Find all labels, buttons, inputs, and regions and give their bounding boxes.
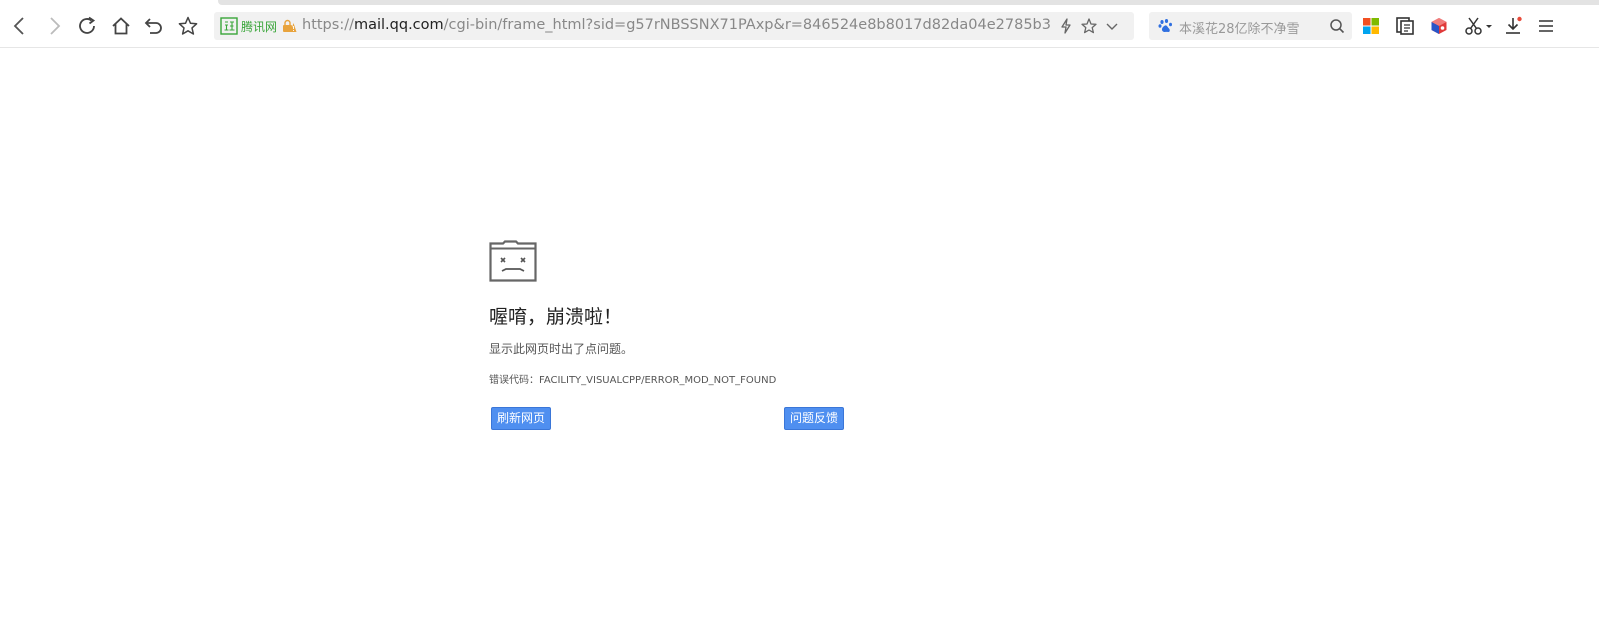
lock-warning-icon[interactable] [282, 19, 297, 33]
cube-extension-button[interactable] [1428, 15, 1450, 37]
reload-page-button[interactable]: 刷新网页 [491, 407, 552, 430]
chevron-down-icon[interactable] [1103, 17, 1121, 35]
forward-arrow-icon [50, 17, 61, 35]
favorite-button[interactable] [174, 12, 202, 40]
tab-strip-line [218, 0, 1599, 5]
browser-toolbar: 腾讯网 https://mail.qq.com/cgi-bin/frame_ht… [0, 6, 1599, 48]
forward-button[interactable] [40, 12, 68, 40]
menu-button[interactable] [1535, 15, 1557, 37]
back-button[interactable] [6, 12, 34, 40]
url-host: mail.qq.com [353, 17, 444, 33]
screenshot-button[interactable] [1462, 15, 1496, 37]
url-scheme: https:// [302, 17, 354, 33]
back-arrow-icon [13, 17, 24, 35]
feedback-button[interactable]: 问题反馈 [784, 407, 845, 430]
download-icon [1506, 16, 1522, 34]
home-button[interactable] [107, 12, 135, 40]
url-text[interactable]: https://mail.qq.com/cgi-bin/frame_html?s… [302, 17, 1052, 33]
lightning-icon[interactable] [1057, 17, 1075, 35]
url-path: /cgi-bin/frame_html?sid=g57rNBSSNX71PAxp… [443, 17, 1052, 33]
bookmark-star-icon[interactable] [1080, 17, 1098, 35]
crash-description: 显示此网页时出了点问题。 [489, 342, 634, 356]
sad-folder-icon [489, 240, 537, 282]
scissors-icon [1465, 17, 1492, 35]
cube-icon [1431, 18, 1447, 34]
search-input[interactable]: 本溪花28亿除不净雪 [1179, 18, 1319, 37]
undo-icon [144, 18, 162, 34]
reload-icon [79, 16, 96, 34]
reload-button[interactable] [73, 12, 101, 40]
download-button[interactable] [1502, 15, 1524, 37]
search-box[interactable]: 本溪花28亿除不净雪 [1149, 12, 1352, 40]
undo-close-button[interactable] [140, 12, 168, 40]
apps-grid-icon [1363, 18, 1379, 34]
certificate-label: 腾讯网 [241, 20, 278, 34]
collection-button[interactable] [1394, 15, 1416, 37]
certificate-icon [220, 17, 238, 35]
crash-title: 喔唷，崩溃啦！ [489, 306, 623, 328]
error-code: 错误代码：FACILITY_VISUALCPP/ERROR_MOD_NOT_FO… [489, 375, 777, 386]
star-icon [178, 16, 198, 35]
apps-button[interactable] [1360, 15, 1382, 37]
collection-icon [1396, 17, 1414, 35]
baidu-paw-icon [1158, 19, 1172, 33]
home-icon [112, 17, 130, 35]
address-bar[interactable]: 腾讯网 https://mail.qq.com/cgi-bin/frame_ht… [214, 12, 1134, 40]
search-icon[interactable] [1329, 18, 1345, 34]
menu-icon [1539, 20, 1553, 32]
